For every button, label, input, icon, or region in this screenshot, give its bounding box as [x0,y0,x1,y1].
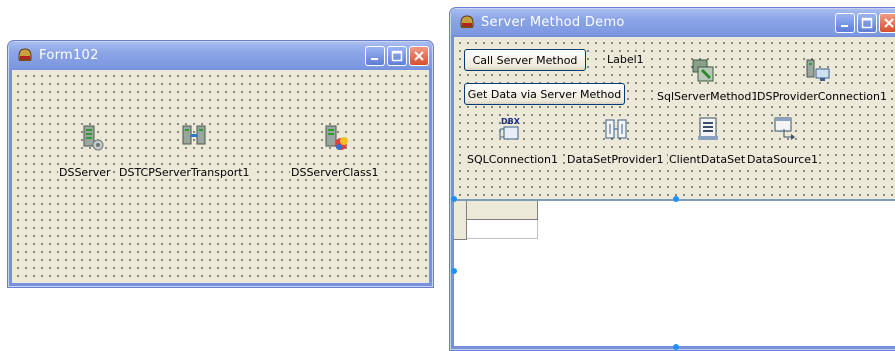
selection-handle[interactable] [673,344,679,350]
selection-handle[interactable] [451,196,457,202]
app-helmet-icon [460,15,474,28]
db-grid[interactable] [454,199,895,346]
minimize-button[interactable] [365,46,385,66]
dbx-text: DBX [501,117,521,126]
ds-server-icon[interactable] [78,124,106,152]
app-helmet-icon [18,48,32,61]
ds-provider-connection-icon[interactable] [804,57,832,85]
demo-title: Server Method Demo [481,15,625,30]
ds-server-class-icon[interactable] [322,124,350,152]
form102-title: Form102 [39,48,99,63]
close-icon [884,18,894,28]
demo-client[interactable]: Call Server Method Label1 Get Data via S… [451,37,895,350]
close-button[interactable] [879,13,895,33]
grid-data-cell[interactable] [467,220,538,239]
client-dataset-label: ClientDataSet1 [668,153,754,166]
form102-window: Form102 DSServer DSTCPServerTransport1 D… [7,40,434,288]
data-source-icon[interactable] [772,115,800,143]
form102-client[interactable]: DSServer DSTCPServerTransport1 DSServerC… [12,70,429,283]
maximize-icon [391,50,403,62]
grid-indicator-column [454,201,467,240]
demo-window: Server Method Demo Call Server Method La… [449,7,895,351]
data-source-label: DataSource1 [746,153,820,166]
grid-header-cell [467,201,538,220]
demo-titlebar[interactable]: Server Method Demo [451,9,895,35]
sql-server-method-icon[interactable] [690,57,718,85]
sql-server-method-label: SqlServerMethod1 [656,90,760,103]
get-data-button[interactable]: Get Data via Server Method [464,83,625,105]
maximize-icon [861,17,873,29]
dataset-provider-icon[interactable] [602,115,630,143]
ds-provider-connection-label: DSProviderConnection1 [756,90,888,103]
selection-handle[interactable] [673,196,679,202]
sql-connection-icon[interactable]: DBX [496,115,524,143]
minimize-icon [371,58,378,60]
ds-tcp-transport-label: DSTCPServerTransport1 [118,166,251,179]
ds-server-label: DSServer [58,166,112,179]
ds-server-class-label: DSServerClass1 [290,166,380,179]
maximize-button[interactable] [387,46,407,66]
minimize-icon [841,25,848,27]
ds-tcp-transport-icon[interactable] [180,122,208,150]
close-icon [414,51,424,61]
sql-connection-label: SQLConnection1 [466,153,560,166]
form102-titlebar[interactable]: Form102 [9,42,432,68]
minimize-button[interactable] [835,13,855,33]
client-dataset-icon[interactable] [694,115,722,143]
close-button[interactable] [409,46,429,66]
label1: Label1 [606,53,645,66]
maximize-button[interactable] [857,13,877,33]
selection-handle[interactable] [451,268,457,274]
dataset-provider-label: DataSetProvider1 [566,153,665,166]
call-server-method-button[interactable]: Call Server Method [464,49,586,71]
